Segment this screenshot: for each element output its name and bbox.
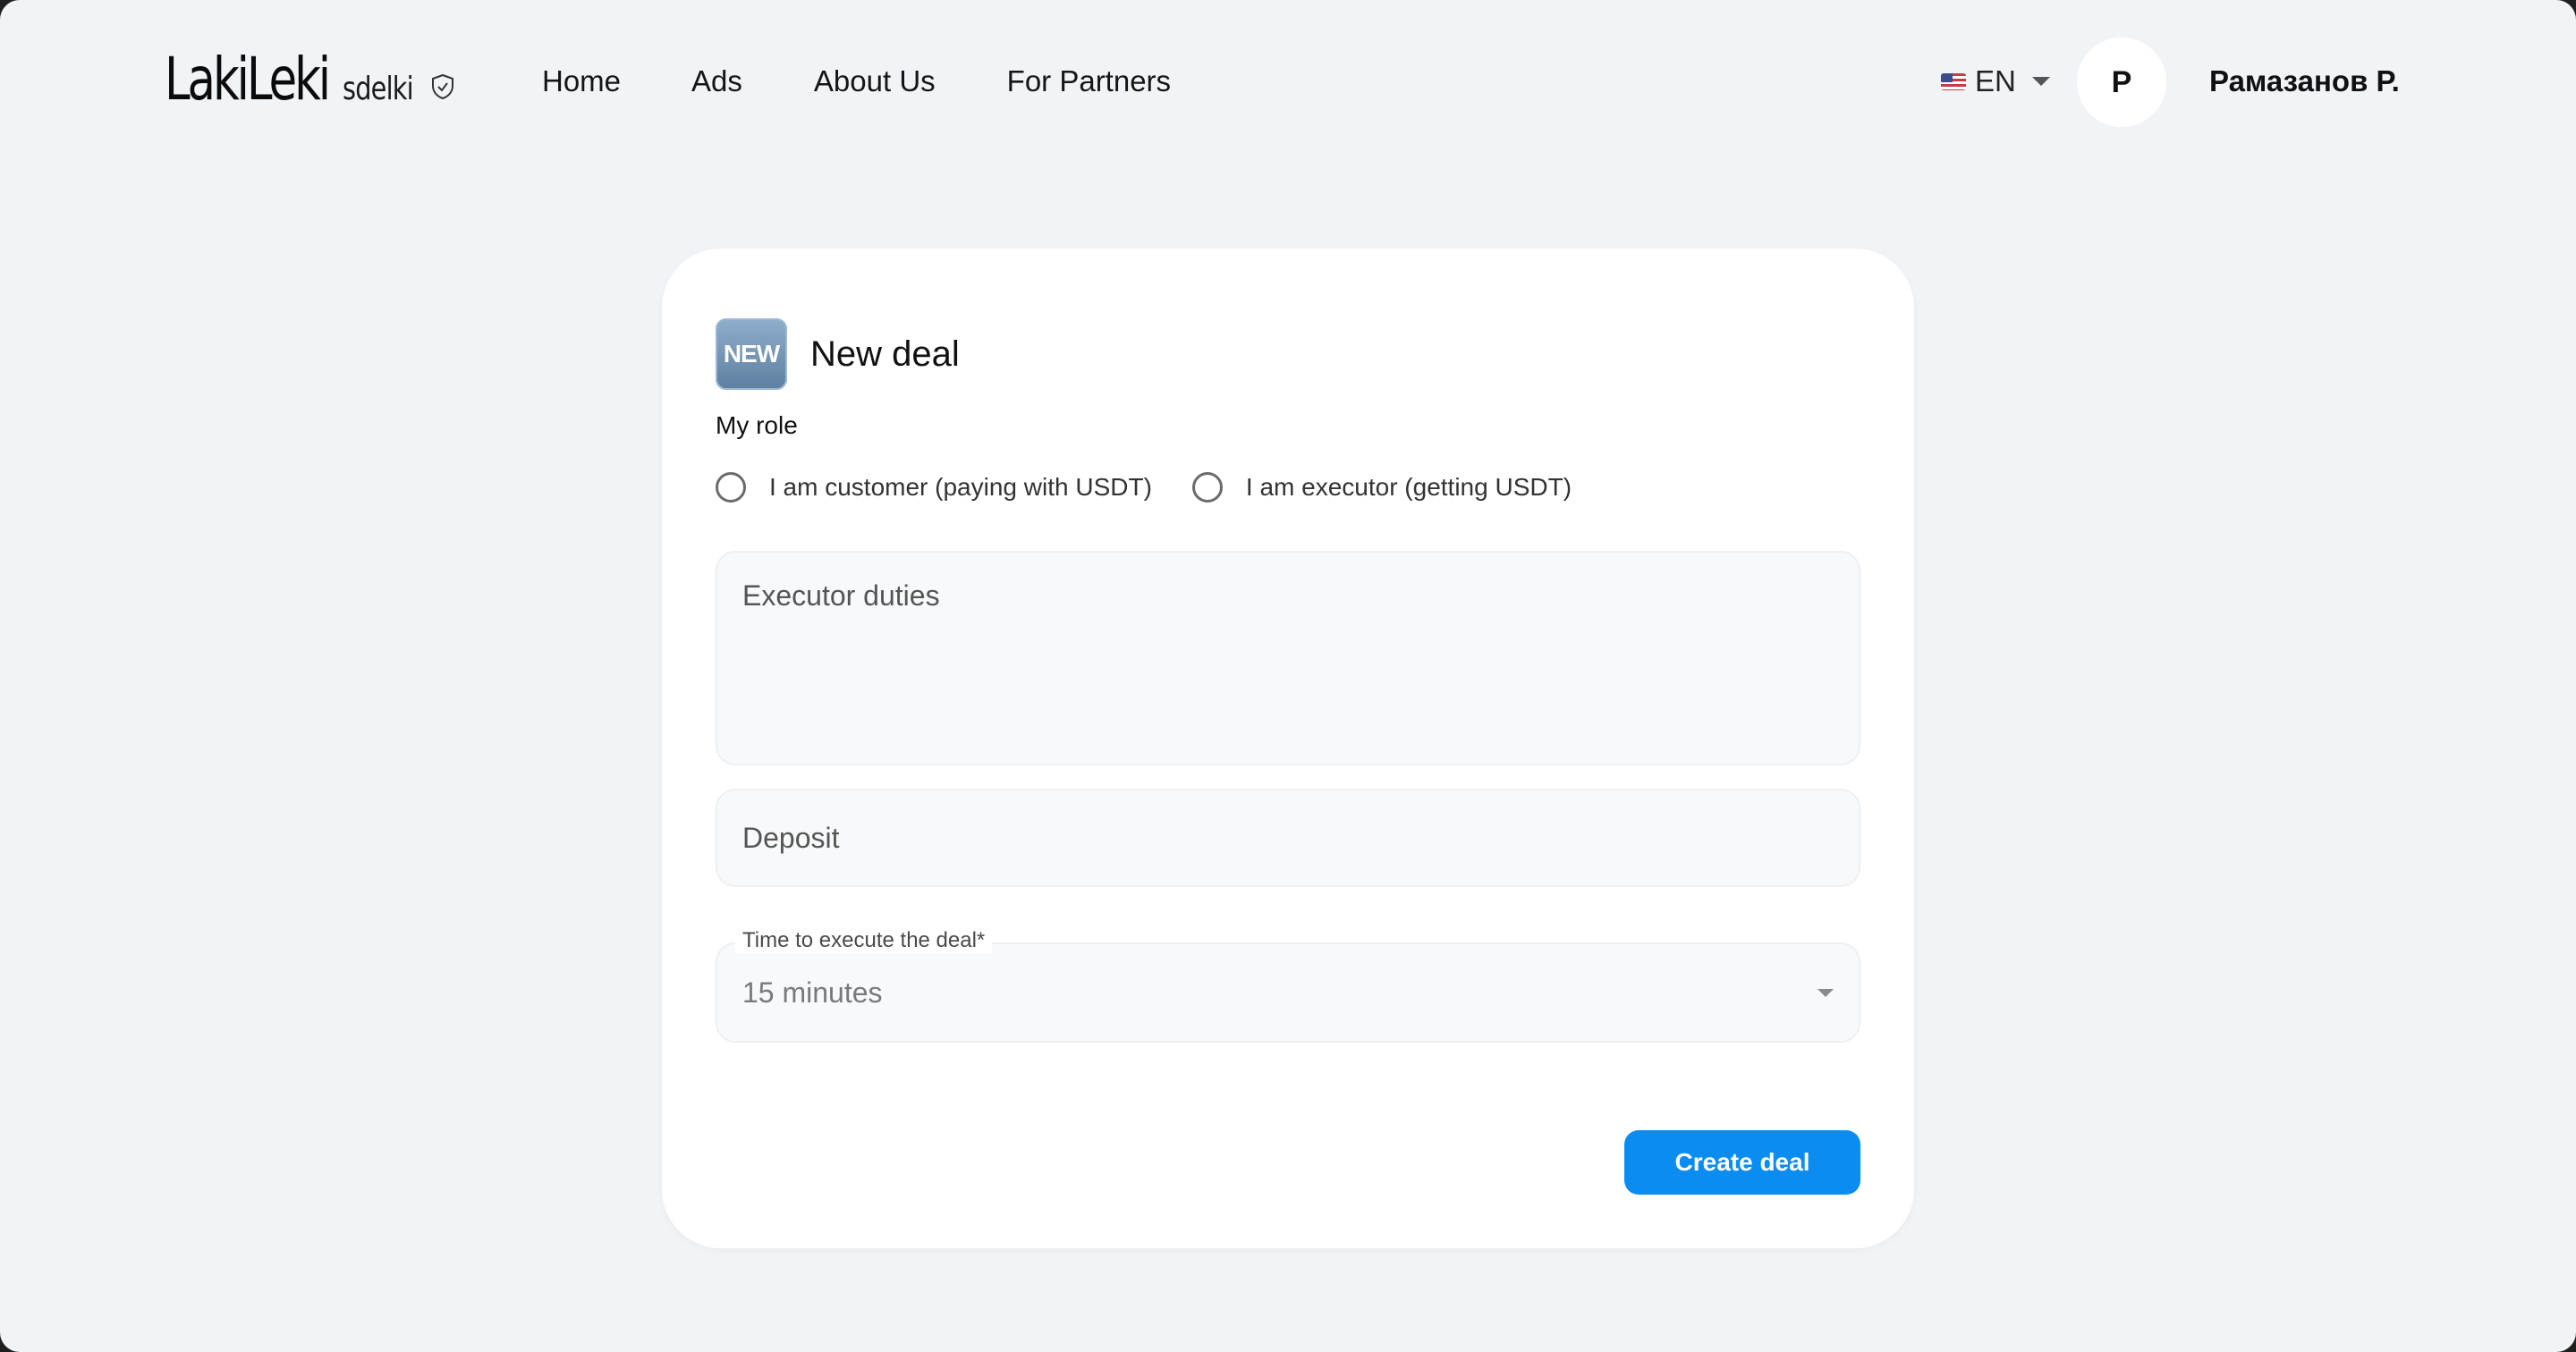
radio-executor[interactable]	[1191, 472, 1223, 503]
chevron-down-icon	[2031, 77, 2050, 86]
time-to-execute-label: Time to execute the deal*	[735, 928, 993, 953]
language-label: EN	[1975, 64, 2016, 97]
executor-duties-field[interactable]: Executor duties	[716, 551, 1860, 765]
user-name[interactable]: Рамазанов Р.	[2209, 64, 2400, 98]
avatar[interactable]: P	[2077, 38, 2166, 127]
logo-sub-text: sdelki	[342, 71, 414, 107]
language-selector[interactable]: EN	[1941, 64, 2050, 98]
nav-ads[interactable]: Ads	[691, 64, 742, 98]
role-option-customer[interactable]: I am customer (paying with USDT)	[716, 472, 1152, 503]
card-header: NEW New deal	[716, 318, 960, 390]
new-badge-icon: NEW	[716, 318, 787, 390]
role-label: My role	[716, 411, 798, 439]
deposit-field[interactable]: Deposit	[716, 789, 1860, 887]
radio-executor-label: I am executor (getting USDT)	[1245, 473, 1572, 501]
chevron-down-icon	[1818, 988, 1834, 997]
create-deal-button[interactable]: Create deal	[1624, 1130, 1860, 1195]
nav-about-us[interactable]: About Us	[814, 64, 936, 98]
role-radio-group: I am customer (paying with USDT) I am ex…	[716, 472, 1572, 503]
deposit-placeholder: Deposit	[742, 821, 840, 854]
app-screen: LakiLeki sdelki Home Ads About Us For Pa…	[0, 0, 2576, 1352]
page-title: New deal	[810, 334, 960, 374]
logo-main-text: LakiLeki	[165, 45, 331, 114]
nav-for-partners[interactable]: For Partners	[1007, 64, 1171, 98]
main-nav: Home Ads About Us For Partners	[542, 64, 1171, 98]
radio-customer-label: I am customer (paying with USDT)	[769, 473, 1152, 501]
time-to-execute-select[interactable]: Time to execute the deal* 15 minutes	[716, 928, 1860, 1043]
shield-check-icon	[432, 73, 454, 99]
executor-duties-placeholder: Executor duties	[742, 579, 940, 612]
nav-home[interactable]: Home	[542, 64, 621, 98]
us-flag-icon	[1941, 72, 1966, 90]
radio-customer[interactable]	[716, 472, 746, 503]
time-to-execute-value: 15 minutes	[742, 976, 883, 1009]
brand-logo[interactable]: LakiLeki sdelki	[165, 45, 455, 114]
new-deal-card: NEW New deal My role I am customer (payi…	[662, 249, 1914, 1248]
role-option-executor[interactable]: I am executor (getting USDT)	[1191, 472, 1572, 503]
